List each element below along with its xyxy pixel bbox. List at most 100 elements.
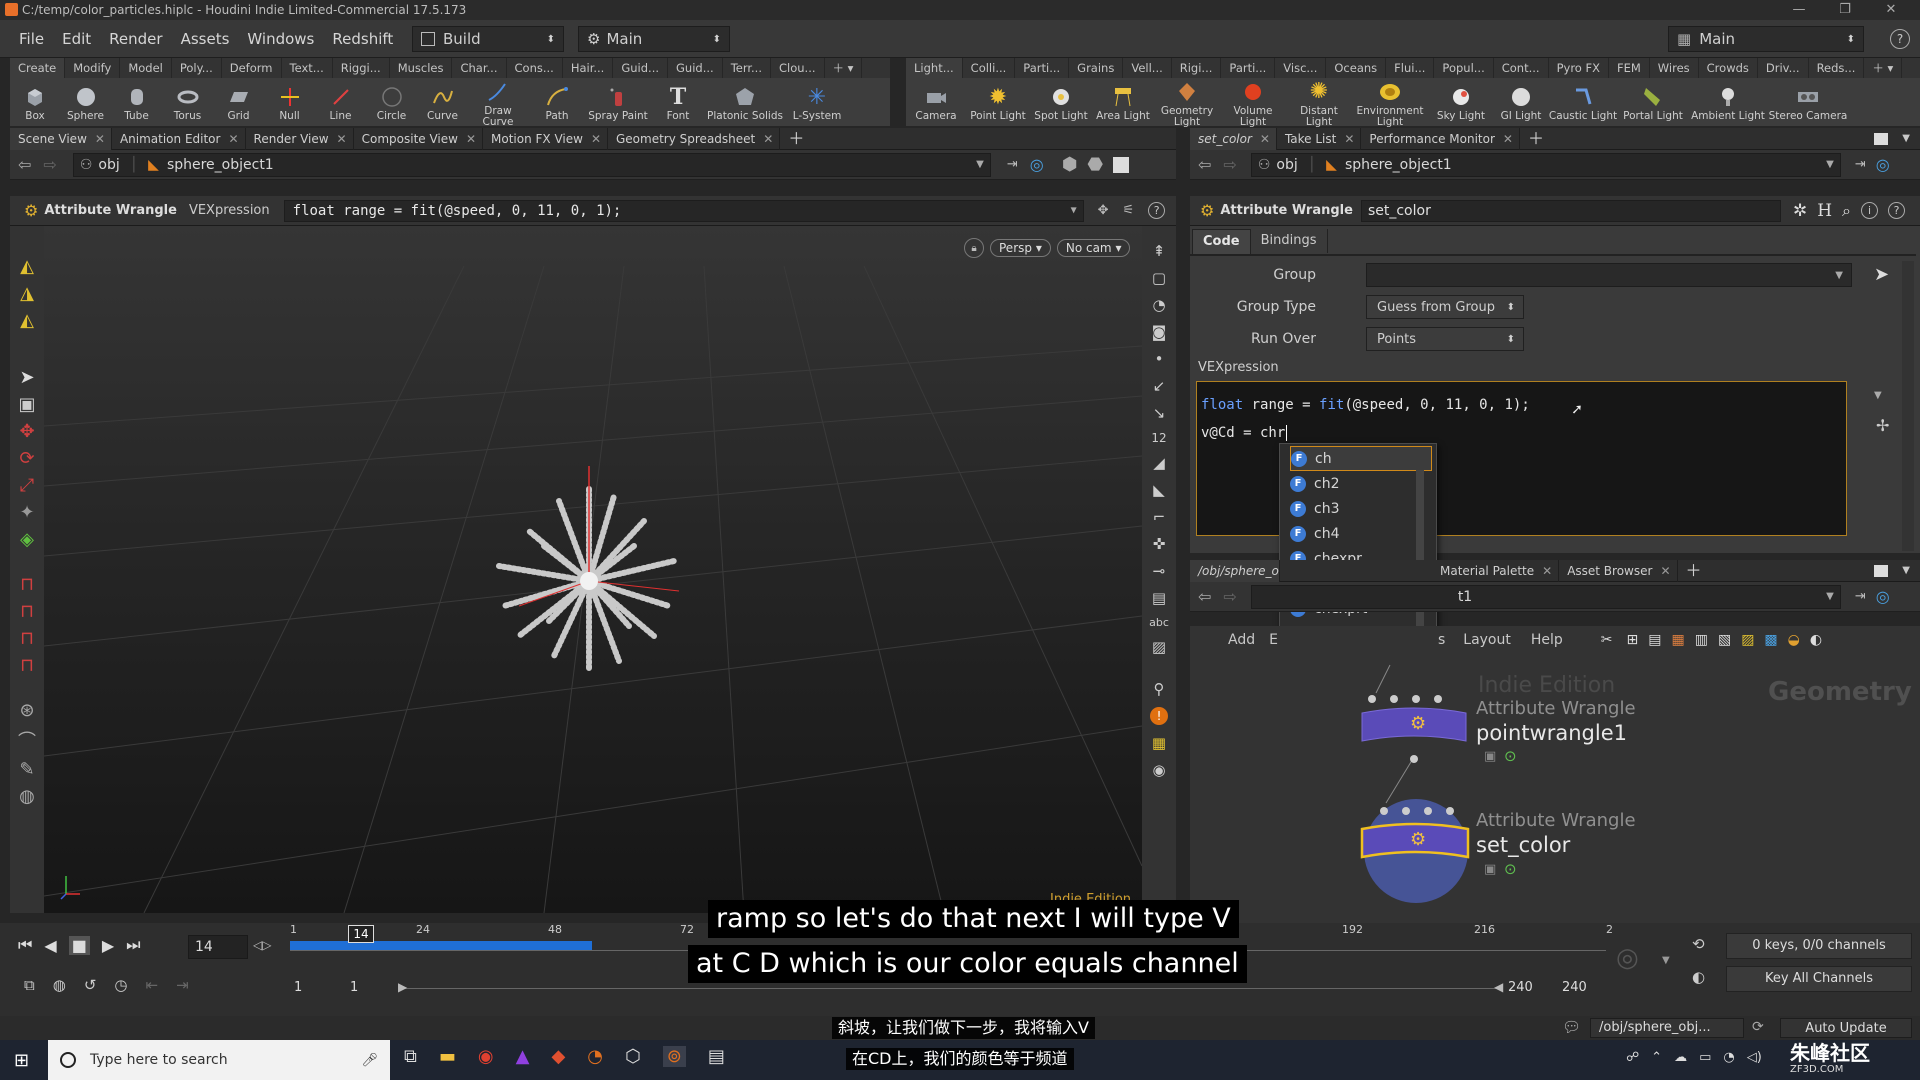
range-start-field[interactable]: 1 xyxy=(294,980,302,995)
details-icon[interactable]: ▥ xyxy=(1695,632,1708,648)
tool-stereo-camera[interactable]: Stereo Camera xyxy=(1768,82,1848,122)
rotate-icon[interactable]: ⟳ xyxy=(19,448,34,469)
spreadsheet-icon[interactable]: ▧ xyxy=(1718,632,1731,648)
point-number-icon[interactable]: 12 xyxy=(1151,431,1166,445)
palette-icon[interactable]: ◒ xyxy=(1788,632,1800,648)
curve-display-icon[interactable]: ⌐ xyxy=(1153,508,1166,526)
tool-sky-light[interactable]: Sky Light xyxy=(1428,82,1494,122)
houdini-taskbar-icon[interactable]: ⊚ xyxy=(662,1046,686,1067)
range-start-field-2[interactable]: 1 xyxy=(350,980,358,995)
shelf-tab-populate[interactable]: Popul... xyxy=(1434,58,1494,78)
maximize-button[interactable]: ❐ xyxy=(1822,0,1868,20)
shade-icon[interactable]: ◍ xyxy=(19,786,35,807)
display-options-icon[interactable]: ⬢ xyxy=(1062,154,1078,175)
hda-icon[interactable]: H xyxy=(1817,201,1832,221)
sticky-note-icon[interactable]: ▨ xyxy=(1741,632,1754,648)
tool-geometry-light[interactable]: Geometry Light xyxy=(1154,77,1220,128)
tool-curve[interactable]: Curve xyxy=(417,82,468,122)
app-icon[interactable]: ◆ xyxy=(551,1046,565,1067)
close-tab-icon[interactable]: ✕ xyxy=(1542,560,1552,582)
tumble-icon[interactable]: ◔ xyxy=(1152,296,1165,314)
snap-curve-icon[interactable]: ⊓ xyxy=(20,601,34,622)
close-tab-icon[interactable]: ✕ xyxy=(1260,128,1270,150)
blender-icon[interactable]: ◔ xyxy=(587,1046,603,1067)
warning-icon[interactable]: ! xyxy=(1150,707,1168,725)
shelf-tab-clou[interactable]: Clou... xyxy=(771,58,825,78)
range-end-field-2[interactable]: 240 xyxy=(1562,980,1587,995)
keys-info-display[interactable]: 0 keys, 0/0 channels xyxy=(1726,933,1912,959)
move-icon[interactable]: ✥ xyxy=(19,421,34,442)
shelf-tab-fem[interactable]: FEM xyxy=(1609,58,1650,78)
snap-point-icon[interactable]: ⊓ xyxy=(20,628,34,649)
shelf-tab-collisions[interactable]: Colli... xyxy=(963,58,1016,78)
lock-selection-icon[interactable]: ▣ xyxy=(18,394,35,415)
jump-start-icon[interactable]: ⏮ xyxy=(18,935,32,955)
tool-l-system[interactable]: ✳ L-System xyxy=(784,82,850,122)
shelf-tab-particles[interactable]: Parti... xyxy=(1015,58,1070,78)
run-over-dropdown[interactable]: Points ⬍ xyxy=(1366,327,1524,351)
shelf-tab-crowds[interactable]: Crowds xyxy=(1699,58,1758,78)
filter-icon[interactable]: ⚟ xyxy=(1123,203,1135,218)
add-tab-icon[interactable]: ＋ xyxy=(1520,128,1550,150)
premiere-icon[interactable]: ▲ xyxy=(516,1046,530,1067)
current-frame-field[interactable]: 14 xyxy=(188,935,248,959)
tool-null[interactable]: Null xyxy=(264,82,315,122)
shelf-tab-fluids[interactable]: Flui... xyxy=(1386,58,1435,78)
desktop-build-combo[interactable]: Build ⬍ xyxy=(412,26,564,52)
menu-edit[interactable]: Edit xyxy=(53,20,100,58)
menu-tools[interactable]: s xyxy=(1438,632,1445,648)
tab-render-view[interactable]: Render View ✕ xyxy=(246,127,354,150)
desktop-main-combo[interactable]: ⚙ Main ⬍ xyxy=(578,26,730,52)
tab-composite-view[interactable]: Composite View ✕ xyxy=(354,127,484,150)
audio-icon[interactable]: ◍ xyxy=(53,976,66,994)
view-persp-menu[interactable]: Persp ▾ xyxy=(990,239,1051,257)
autocomplete-item[interactable]: Fch4 xyxy=(1280,521,1436,546)
shelf-tab-guid1[interactable]: Guid... xyxy=(613,58,669,78)
next-key-icon[interactable]: ⇥ xyxy=(176,976,189,994)
chevron-down-icon[interactable]: ▼ xyxy=(976,159,984,170)
flipbook-icon[interactable]: ⌒ xyxy=(18,727,36,753)
parm-path-field[interactable]: ⚇ obj │ ◣ sphere_object1 ▼ xyxy=(1250,152,1841,177)
shelf-tab-text[interactable]: Text... xyxy=(282,58,333,78)
tool-point-light[interactable]: ✹ Point Light xyxy=(966,82,1030,122)
uv-icon[interactable]: ⊸ xyxy=(1153,562,1166,580)
camera-menu[interactable]: No cam ▾ xyxy=(1056,239,1131,257)
add-shelf-tab-icon[interactable]: ＋ ▾ xyxy=(825,58,863,78)
chevron-up-icon[interactable]: ⌃ xyxy=(1651,1050,1662,1065)
tool-environment-light[interactable]: Environment Light xyxy=(1352,77,1428,128)
close-tab-icon[interactable]: ✕ xyxy=(1660,560,1670,582)
shelf-tab-particle-fluids[interactable]: Parti... xyxy=(1221,58,1276,78)
image-icon[interactable]: ▩ xyxy=(1764,632,1777,648)
forward-arrow-icon[interactable]: ⇨ xyxy=(1223,155,1236,174)
tab-bindings[interactable]: Bindings xyxy=(1251,229,1328,253)
maximize-pane-icon[interactable] xyxy=(1874,564,1889,577)
prev-key-icon[interactable]: ⇤ xyxy=(145,976,158,994)
refresh-icon[interactable]: ⟳ xyxy=(1752,1019,1764,1035)
shelf-tab-terr[interactable]: Terr... xyxy=(723,58,771,78)
primitive-number-icon[interactable]: ◣ xyxy=(1153,481,1165,499)
tool-tube[interactable]: Tube xyxy=(111,82,162,122)
tool-torus[interactable]: Torus xyxy=(162,82,213,122)
maximize-pane-icon[interactable] xyxy=(1874,132,1889,145)
home-view-icon[interactable]: ⇞ xyxy=(1153,242,1166,260)
ghost-icon[interactable]: ▤ xyxy=(1152,589,1166,607)
tool-draw-curve[interactable]: Draw Curve xyxy=(468,77,528,128)
grid-display-icon[interactable]: ▦ xyxy=(1152,734,1166,752)
people-icon[interactable]: ☍ xyxy=(1626,1050,1639,1065)
close-tab-icon[interactable]: ✕ xyxy=(95,128,105,150)
range-end-field[interactable]: 240 xyxy=(1508,980,1533,995)
more-icon[interactable]: ◐ xyxy=(1810,632,1822,648)
taskbar-search-box[interactable]: Type here to search 🎤︎ xyxy=(48,1040,390,1080)
shelf-tab-viscous[interactable]: Visc... xyxy=(1275,58,1327,78)
notepad-icon[interactable]: ▤ xyxy=(708,1046,725,1067)
group-field[interactable]: ▼ xyxy=(1366,263,1852,287)
pose-icon[interactable]: ✦ xyxy=(19,502,34,523)
magnet-icon[interactable]: ⊓ xyxy=(20,574,34,595)
normal-display-icon[interactable]: ↙ xyxy=(1153,377,1166,395)
chevron-down-icon[interactable]: ▼ xyxy=(1874,390,1882,401)
tab-network-path[interactable]: /obj/sphere_obj... xyxy=(1190,559,1280,582)
close-tab-icon[interactable]: ✕ xyxy=(228,128,238,150)
pin-icon[interactable]: ⇥ xyxy=(1007,157,1018,172)
tool-path[interactable]: Path xyxy=(528,82,586,122)
visibility-icon[interactable]: ◉ xyxy=(1152,761,1165,779)
